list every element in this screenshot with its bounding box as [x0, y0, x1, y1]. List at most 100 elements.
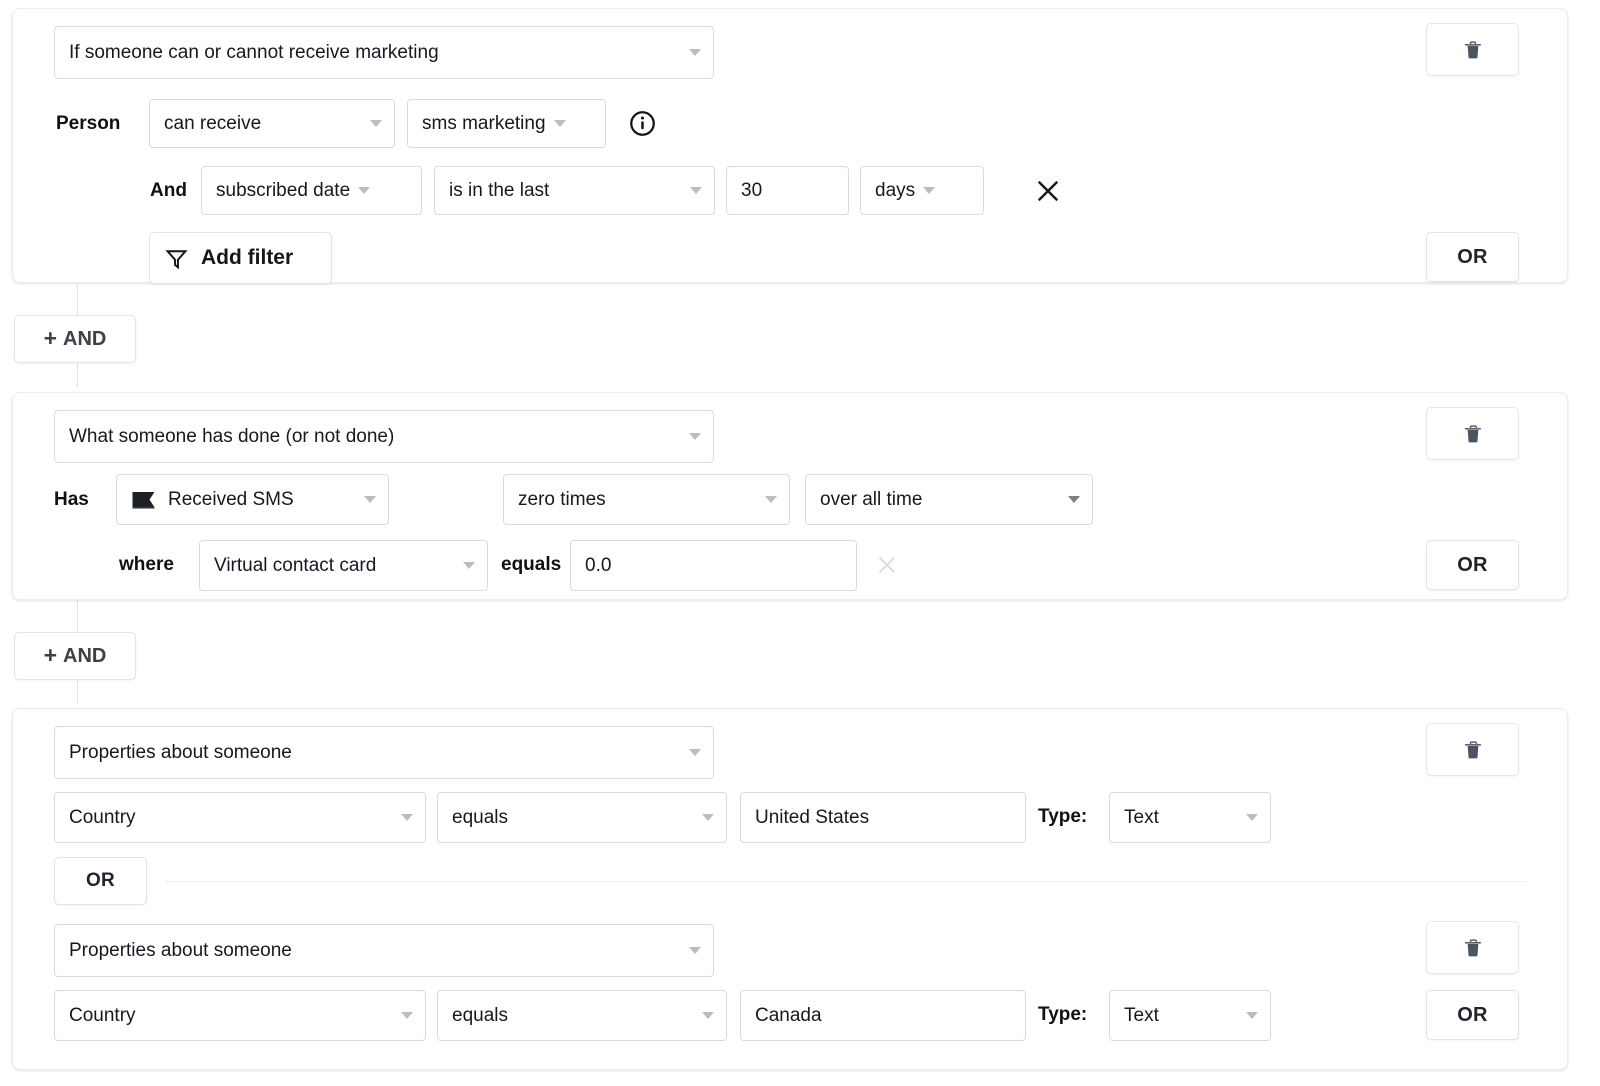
delete-condition-button-properties-1[interactable] [1426, 723, 1519, 776]
subscribed-date-select[interactable]: subscribed date [201, 166, 422, 215]
frequency-select[interactable]: zero times [503, 474, 790, 525]
where-property-value: Virtual contact card [214, 556, 455, 576]
metric-select[interactable]: Received SMS [116, 474, 389, 525]
add-and-group-button-1[interactable]: + AND [14, 315, 136, 363]
chevron-down-icon [358, 187, 370, 194]
plus-icon: + [44, 327, 57, 350]
chevron-down-icon [463, 562, 475, 569]
chevron-down-icon [923, 187, 935, 194]
equals-value-input[interactable]: 0.0 [570, 540, 857, 591]
where-label: where [119, 541, 193, 589]
or-button-behavior[interactable]: OR [1426, 540, 1519, 590]
can-receive-value: can receive [164, 114, 362, 134]
date-operator-select[interactable]: is in the last [434, 166, 715, 215]
chevron-down-icon [702, 814, 714, 821]
property-operator-select-1[interactable]: equals [437, 792, 727, 843]
where-property-select[interactable]: Virtual contact card [199, 540, 488, 591]
chevron-down-icon [554, 120, 566, 127]
property-value-input-1[interactable]: United States [740, 792, 1026, 843]
frequency-value: zero times [518, 490, 757, 510]
value-type-select-1[interactable]: Text [1109, 792, 1271, 843]
and-label-marketing: And [150, 168, 200, 214]
type-label-2: Type: [1038, 991, 1104, 1039]
or-divider-button[interactable]: OR [54, 857, 147, 905]
chevron-down-icon [689, 749, 701, 756]
condition-type-select-marketing[interactable]: If someone can or cannot receive marketi… [54, 26, 714, 79]
property-value-text: Canada [755, 1006, 822, 1026]
filter-icon [164, 246, 189, 271]
delete-condition-button-behavior[interactable] [1426, 407, 1519, 460]
or-label: OR [1457, 554, 1487, 577]
timeframe-select[interactable]: over all time [805, 474, 1093, 525]
or-label: OR [1457, 1004, 1487, 1027]
chevron-down-icon [364, 496, 376, 503]
property-operator-value: equals [452, 1006, 694, 1026]
or-divider-label: OR [86, 870, 115, 892]
info-icon[interactable] [629, 110, 656, 137]
add-filter-button[interactable]: Add filter [149, 232, 332, 284]
property-operator-value: equals [452, 808, 694, 828]
property-value-input-2[interactable]: Canada [740, 990, 1026, 1041]
date-value: 30 [741, 181, 762, 201]
condition-type-value: Properties about someone [69, 941, 681, 961]
chevron-down-icon [1246, 1012, 1258, 1019]
delete-condition-button-properties-2[interactable] [1426, 921, 1519, 974]
chevron-down-icon [1068, 496, 1080, 503]
condition-type-select-behavior[interactable]: What someone has done (or not done) [54, 410, 714, 463]
flag-icon [131, 491, 156, 509]
property-value: Country [69, 1006, 393, 1026]
add-and-group-button-2[interactable]: + AND [14, 632, 136, 680]
chevron-down-icon [689, 947, 701, 954]
plus-icon: + [44, 644, 57, 667]
date-unit-value: days [875, 181, 915, 201]
condition-type-select-properties-2[interactable]: Properties about someone [54, 924, 714, 977]
chevron-down-icon [1246, 814, 1258, 821]
chevron-down-icon [702, 1012, 714, 1019]
delete-condition-button-marketing[interactable] [1426, 23, 1519, 76]
value-type-value: Text [1124, 1006, 1238, 1026]
property-select-2[interactable]: Country [54, 990, 426, 1041]
can-receive-select[interactable]: can receive [149, 99, 395, 148]
value-type-value: Text [1124, 808, 1238, 828]
metric-value: Received SMS [168, 490, 356, 510]
date-value-input[interactable]: 30 [726, 166, 849, 215]
condition-card-properties: Properties about someone Country equals … [12, 708, 1568, 1070]
or-label: OR [1457, 246, 1487, 269]
chevron-down-icon [765, 496, 777, 503]
condition-type-value: What someone has done (or not done) [69, 427, 681, 447]
and-label: AND [63, 328, 106, 351]
marketing-channel-value: sms marketing [422, 114, 546, 134]
equals-label: equals [501, 541, 573, 589]
person-label: Person [56, 101, 138, 147]
type-label-1: Type: [1038, 793, 1104, 841]
trash-icon [1462, 937, 1484, 959]
chevron-down-icon [401, 1012, 413, 1019]
date-operator-value: is in the last [449, 181, 682, 201]
remove-date-filter-icon[interactable] [1031, 174, 1065, 208]
chevron-down-icon [401, 814, 413, 821]
condition-card-marketing: If someone can or cannot receive marketi… [12, 8, 1568, 283]
condition-type-select-properties-1[interactable]: Properties about someone [54, 726, 714, 779]
or-button-properties[interactable]: OR [1426, 990, 1519, 1040]
date-unit-select[interactable]: days [860, 166, 984, 215]
property-value: Country [69, 808, 393, 828]
chevron-down-icon [689, 433, 701, 440]
equals-value: 0.0 [585, 556, 611, 576]
condition-card-behavior: What someone has done (or not done) Has … [12, 392, 1568, 600]
trash-icon [1462, 739, 1484, 761]
has-label: Has [54, 476, 104, 524]
property-select-1[interactable]: Country [54, 792, 426, 843]
remove-where-filter-icon[interactable] [873, 551, 901, 579]
condition-type-value: Properties about someone [69, 743, 681, 763]
property-operator-select-2[interactable]: equals [437, 990, 727, 1041]
chevron-down-icon [370, 120, 382, 127]
or-divider-line [165, 881, 1527, 882]
chevron-down-icon [689, 49, 701, 56]
condition-type-value: If someone can or cannot receive marketi… [69, 43, 681, 63]
or-button-marketing[interactable]: OR [1426, 232, 1519, 282]
trash-icon [1462, 423, 1484, 445]
and-label: AND [63, 645, 106, 668]
timeframe-value: over all time [820, 490, 1060, 510]
marketing-channel-select[interactable]: sms marketing [407, 99, 606, 148]
value-type-select-2[interactable]: Text [1109, 990, 1271, 1041]
